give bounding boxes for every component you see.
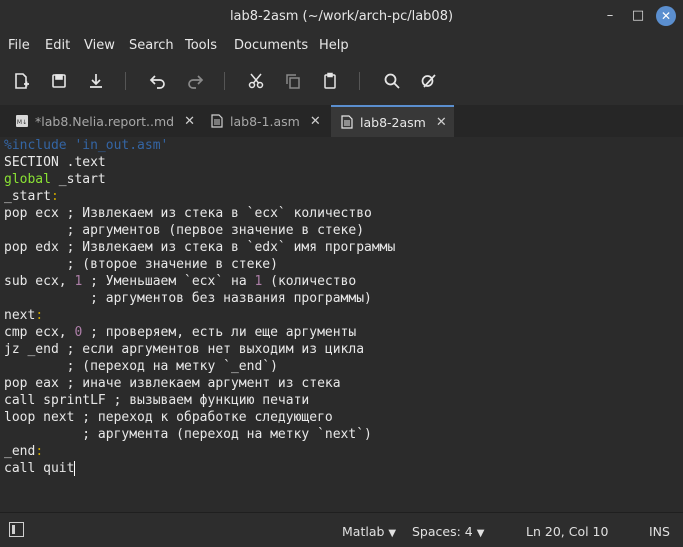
code-line: cmp ecx, 0 ; проверяем, есть ли еще аргу… bbox=[4, 325, 357, 340]
menu-tools[interactable]: Tools bbox=[185, 38, 217, 53]
chevron-down-icon: ▼ bbox=[476, 528, 485, 539]
code-line: global _start bbox=[4, 172, 106, 187]
status-bar: Matlab ▼ Spaces: 4 ▼ Ln 20, Col 10 INS bbox=[0, 512, 683, 547]
menu-edit[interactable]: Edit bbox=[45, 38, 70, 53]
paste-icon[interactable] bbox=[318, 69, 342, 93]
tab-label: lab8-1.asm bbox=[230, 113, 300, 129]
code-text: SECTION .text bbox=[4, 155, 106, 170]
code-line: jz _end ; если аргументов нет выходим из… bbox=[4, 341, 364, 358]
insert-mode: INS bbox=[649, 524, 670, 539]
save-icon[interactable] bbox=[47, 69, 71, 93]
code-line: ; аргументов (первое значение в стеке) bbox=[4, 222, 364, 239]
search-icon[interactable] bbox=[380, 69, 404, 93]
code-line: sub ecx, 1 ; Уменьшаем `ecx` на 1 (колич… bbox=[4, 274, 357, 289]
toolbar bbox=[0, 59, 683, 105]
code-line: pop edx ; Извлекаем из стека в `edx` имя… bbox=[4, 239, 395, 256]
code-line: SECTION .text bbox=[4, 154, 106, 171]
text-file-icon bbox=[211, 114, 223, 128]
cut-icon[interactable] bbox=[244, 69, 268, 93]
tab-label: *lab8.Nelia.report..md bbox=[35, 113, 175, 129]
code-text: %include 'in_out.asm' bbox=[4, 138, 169, 153]
cursor-position: Ln 20, Col 10 bbox=[526, 524, 609, 539]
code-line: call quit bbox=[4, 460, 76, 477]
tab-lab8-1-asm[interactable]: lab8-1.asm ✕ bbox=[205, 105, 331, 137]
code-text: next: bbox=[4, 308, 44, 323]
code-text: call sprintLF ; вызываем функцию печати bbox=[4, 393, 310, 408]
code-line: %include 'in_out.asm' bbox=[4, 137, 168, 154]
menu-search[interactable]: Search bbox=[129, 38, 174, 53]
code-text: ; аргументов (первое значение в стеке) bbox=[4, 223, 365, 238]
menu-bar: File Edit View Search Tools Documents He… bbox=[0, 33, 683, 59]
code-text: ; аргумента (переход на метку `next`) bbox=[4, 427, 372, 442]
toolbar-separator bbox=[224, 72, 225, 90]
download-icon[interactable] bbox=[84, 69, 108, 93]
code-line: _start: bbox=[4, 188, 59, 205]
edit-replace-icon[interactable] bbox=[417, 69, 441, 93]
code-text: pop edx ; Извлекаем из стека в `edx` имя… bbox=[4, 240, 396, 255]
code-line: ; аргумента (переход на метку `next`) bbox=[4, 426, 372, 443]
code-line: _end: bbox=[4, 443, 43, 460]
code-text: _start: bbox=[4, 189, 59, 204]
text-file-icon bbox=[341, 115, 353, 129]
code-text: _end: bbox=[4, 444, 44, 459]
close-window-button[interactable]: ✕ bbox=[656, 6, 676, 26]
language-selector[interactable]: Matlab ▼ bbox=[342, 524, 396, 539]
menu-view[interactable]: View bbox=[84, 38, 115, 53]
code-text: pop eax ; иначе извлекаем аргумент из ст… bbox=[4, 376, 341, 391]
text-cursor bbox=[74, 461, 76, 476]
code-line: pop eax ; иначе извлекаем аргумент из ст… bbox=[4, 375, 341, 392]
tab-width-selector[interactable]: Spaces: 4 ▼ bbox=[412, 524, 484, 539]
code-line: ; (второе значение в стеке) bbox=[4, 256, 278, 273]
redo-icon[interactable] bbox=[183, 69, 207, 93]
title-bar: lab8-2asm (~/work/arch-pc/lab08) – □ ✕ bbox=[0, 0, 683, 33]
toolbar-separator bbox=[125, 72, 126, 90]
code-text: pop ecx ; Извлекаем из стека в `ecx` кол… bbox=[4, 206, 372, 221]
code-text: loop next ; переход к обработке следующе… bbox=[4, 410, 333, 425]
code-line: ; аргументов без названия программы) bbox=[4, 290, 372, 307]
menu-file[interactable]: File bbox=[8, 38, 30, 53]
code-line: ; (переход на метку `_end`) bbox=[4, 358, 278, 375]
code-line: pop ecx ; Извлекаем из стека в `ecx` кол… bbox=[4, 205, 372, 222]
minimize-button[interactable]: – bbox=[600, 6, 620, 26]
new-document-icon[interactable] bbox=[9, 69, 33, 93]
tab-bar: M↓ *lab8.Nelia.report..md ✕ lab8-1.asm ✕… bbox=[0, 105, 683, 138]
code-text: jz _end ; если аргументов нет выходим из… bbox=[4, 342, 365, 357]
copy-icon[interactable] bbox=[281, 69, 305, 93]
side-panel-toggle-icon[interactable] bbox=[9, 522, 24, 537]
code-text: ; (переход на метку `_end`) bbox=[4, 359, 278, 374]
menu-help[interactable]: Help bbox=[319, 38, 349, 53]
close-tab-icon[interactable]: ✕ bbox=[184, 114, 195, 129]
chevron-down-icon: ▼ bbox=[388, 528, 397, 539]
tab-lab8-2asm[interactable]: lab8-2asm ✕ bbox=[331, 105, 454, 137]
code-text: call quit bbox=[4, 461, 75, 476]
markdown-file-icon: M↓ bbox=[16, 115, 28, 127]
toolbar-separator bbox=[359, 72, 360, 90]
code-line: next: bbox=[4, 307, 43, 324]
tab-label: lab8-2asm bbox=[360, 114, 426, 130]
code-line: call sprintLF ; вызываем функцию печати bbox=[4, 392, 309, 409]
tab-lab8-report[interactable]: M↓ *lab8.Nelia.report..md ✕ bbox=[10, 105, 201, 137]
code-text: ; аргументов без названия программы) bbox=[4, 291, 372, 306]
code-editor[interactable]: %include 'in_out.asm' SECTION .text glob… bbox=[0, 137, 683, 512]
window-title: lab8-2asm (~/work/arch-pc/lab08) bbox=[229, 9, 454, 24]
svg-text:M↓: M↓ bbox=[17, 119, 27, 126]
undo-icon[interactable] bbox=[146, 69, 170, 93]
menu-documents[interactable]: Documents bbox=[234, 38, 308, 53]
close-tab-icon[interactable]: ✕ bbox=[310, 114, 321, 129]
code-text: ; (второе значение в стеке) bbox=[4, 257, 278, 272]
close-tab-icon[interactable]: ✕ bbox=[436, 115, 447, 130]
maximize-button[interactable]: □ bbox=[628, 6, 648, 26]
code-line: loop next ; переход к обработке следующе… bbox=[4, 409, 333, 426]
